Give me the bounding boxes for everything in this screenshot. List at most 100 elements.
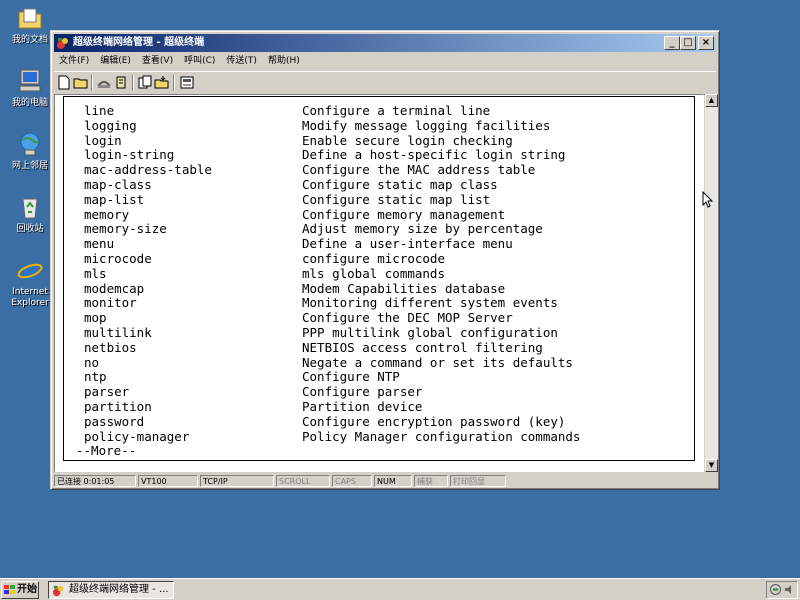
command-name: ntp bbox=[84, 369, 107, 385]
command-name: mop bbox=[84, 310, 107, 326]
send-icon[interactable] bbox=[137, 75, 153, 90]
network-status-icon[interactable] bbox=[769, 583, 782, 596]
menu-bar: 文件(F) 编辑(E) 查看(V) 呼叫(C) 传送(T) 帮助(H) bbox=[54, 53, 716, 70]
receive-icon[interactable] bbox=[154, 75, 170, 90]
command-name: mls bbox=[84, 265, 107, 281]
properties-icon[interactable] bbox=[113, 75, 129, 90]
status-scroll: SCROLL bbox=[276, 475, 330, 487]
windows-flag-icon bbox=[4, 585, 15, 594]
status-caps: CAPS bbox=[332, 475, 372, 487]
status-bar: 已连接 0:01:05 VT100 TCP/IP SCROLL CAPS NUM… bbox=[54, 474, 716, 488]
command-name: password bbox=[84, 413, 145, 429]
command-description: Configure memory management bbox=[302, 206, 506, 222]
open-icon[interactable] bbox=[73, 75, 89, 90]
command-description: Configure NTP bbox=[302, 369, 400, 385]
command-name: policy-manager bbox=[84, 428, 190, 444]
command-name: menu bbox=[84, 236, 115, 252]
status-protocol: TCP/IP bbox=[200, 475, 274, 487]
command-name: mac-address-table bbox=[84, 162, 212, 178]
scroll-up-button[interactable]: ▲ bbox=[705, 94, 718, 107]
window-title: 超级终端网络管理 - 超级终端 bbox=[73, 37, 205, 48]
toolbar-separator bbox=[91, 75, 93, 91]
command-description: Monitoring different system events bbox=[302, 295, 558, 311]
my-documents-icon bbox=[18, 8, 42, 29]
command-name: multilink bbox=[84, 325, 152, 340]
more-prompt: --More-- bbox=[76, 443, 137, 459]
command-description: configure microcode bbox=[302, 251, 445, 266]
minimize-button[interactable]: _ bbox=[664, 36, 680, 50]
network-places-icon bbox=[20, 132, 40, 156]
command-description: mls global commands bbox=[302, 265, 445, 281]
command-description: Configure encryption password (key) bbox=[302, 413, 566, 429]
command-name: partition bbox=[84, 399, 152, 414]
menu-edit[interactable]: 编辑(E) bbox=[95, 53, 137, 70]
volume-icon[interactable] bbox=[783, 583, 796, 596]
status-emulation: VT100 bbox=[138, 475, 198, 487]
system-tray bbox=[766, 581, 798, 599]
hyperterminal-window: 超级终端网络管理 - 超级终端 _ □ × 文件(F) 编辑(E) 查看(V) 呼叫(… bbox=[50, 30, 720, 490]
title-bar[interactable]: 超级终端网络管理 - 超级终端 _ □ × bbox=[54, 34, 716, 52]
status-num: NUM bbox=[374, 475, 412, 487]
command-name: modemcap bbox=[84, 280, 145, 296]
command-description: Modem Capabilities database bbox=[302, 280, 506, 296]
command-name: memory-size bbox=[84, 221, 167, 237]
command-name: login-string bbox=[84, 147, 175, 163]
terminal-screen[interactable]: line Configure a terminal line logging Modi… bbox=[63, 96, 695, 461]
copy-icon[interactable] bbox=[179, 75, 195, 90]
menu-view[interactable]: 查看(V) bbox=[137, 53, 179, 70]
command-name: monitor bbox=[84, 295, 137, 311]
toolbar-separator bbox=[173, 75, 175, 91]
command-name: microcode bbox=[84, 251, 152, 266]
command-description: Define a host-specific login string bbox=[302, 147, 566, 163]
command-description: Enable secure login checking bbox=[302, 132, 513, 148]
command-description: Configure static map list bbox=[302, 191, 491, 207]
mouse-cursor-icon bbox=[702, 191, 714, 208]
close-button[interactable]: × bbox=[698, 36, 714, 50]
menu-call[interactable]: 呼叫(C) bbox=[179, 53, 221, 70]
command-description: Configure the MAC address table bbox=[302, 162, 536, 178]
command-description: Configure static map class bbox=[302, 177, 498, 192]
command-name: login bbox=[84, 132, 122, 148]
command-name: line bbox=[84, 103, 115, 118]
toolbar-separator bbox=[132, 75, 134, 91]
command-name: map-list bbox=[84, 191, 145, 207]
terminal-frame[interactable]: line Configure a terminal line logging Modi… bbox=[54, 94, 704, 472]
status-print-echo: 打印回显 bbox=[450, 475, 506, 487]
disconnect-icon[interactable] bbox=[96, 75, 112, 90]
command-name: parser bbox=[84, 384, 130, 400]
new-icon[interactable] bbox=[56, 75, 72, 90]
taskbar: 开始 超级终端网络管理 - ... bbox=[0, 578, 800, 600]
command-description: Policy Manager configuration commands bbox=[302, 428, 581, 444]
command-description: NETBIOS access control filtering bbox=[302, 339, 543, 355]
start-button[interactable]: 开始 bbox=[1, 581, 39, 599]
command-description: Define a user-interface menu bbox=[302, 236, 513, 252]
command-description: Configure a terminal line bbox=[302, 103, 491, 118]
command-name: no bbox=[84, 354, 100, 370]
command-description: Negate a command or set its defaults bbox=[302, 354, 573, 370]
command-description: Configure parser bbox=[302, 384, 423, 400]
hyperterminal-app-icon bbox=[57, 38, 68, 49]
start-label: 开始 bbox=[17, 584, 37, 595]
toolbar bbox=[54, 71, 716, 95]
command-description: Partition device bbox=[302, 399, 423, 414]
command-name: netbios bbox=[84, 339, 137, 355]
menu-help[interactable]: 帮助(H) bbox=[263, 53, 306, 70]
command-description: Modify message logging facilities bbox=[302, 117, 551, 133]
maximize-button[interactable]: □ bbox=[680, 36, 696, 50]
scroll-down-button[interactable]: ▼ bbox=[705, 459, 718, 472]
command-description: Adjust memory size by percentage bbox=[302, 221, 543, 237]
hyperterminal-app-icon bbox=[52, 585, 64, 597]
status-capture: 捕获 bbox=[414, 475, 448, 487]
command-description: Configure the DEC MOP Server bbox=[302, 310, 513, 326]
vertical-scrollbar[interactable]: ▲ ▼ bbox=[705, 94, 718, 472]
recycle-bin-icon bbox=[22, 198, 38, 219]
command-description: PPP multilink global configuration bbox=[302, 325, 558, 340]
command-name: memory bbox=[84, 206, 130, 222]
taskbar-item-label: 超级终端网络管理 - ... bbox=[69, 584, 169, 595]
status-connection: 已连接 0:01:05 bbox=[54, 475, 136, 487]
taskbar-item-hyperterminal[interactable]: 超级终端网络管理 - ... bbox=[48, 581, 174, 599]
menu-file[interactable]: 文件(F) bbox=[54, 53, 95, 70]
my-computer-icon bbox=[19, 69, 41, 92]
internet-explorer-icon: e bbox=[17, 256, 43, 284]
menu-transfer[interactable]: 传送(T) bbox=[221, 53, 263, 70]
